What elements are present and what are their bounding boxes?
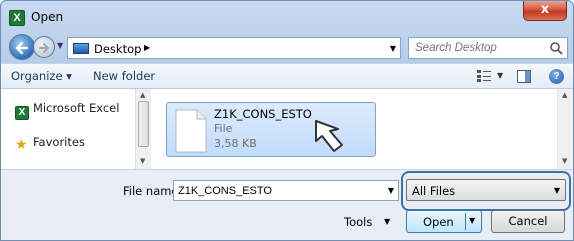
open-button[interactable]: Open ▼	[406, 210, 482, 233]
address-bar[interactable]: Desktop ▶ ▼	[67, 37, 401, 59]
document-icon	[175, 109, 207, 153]
scrollbar-thumb[interactable]	[138, 101, 149, 147]
mouse-pointer-icon	[315, 120, 343, 152]
navigation-pane-scrollbar[interactable]: ▲ ▼	[135, 89, 151, 169]
file-name-input[interactable]	[178, 184, 368, 198]
excel-icon: X	[15, 106, 29, 120]
recent-pages-dropdown[interactable]: ▼	[57, 41, 63, 50]
file-type-dropdown-icon[interactable]: ▼	[554, 186, 560, 195]
nav-item-favorites[interactable]: ★ Favorites	[15, 135, 85, 152]
open-file-dialog: X Open x ▼ Desktop ▶ ▼ Organize ▾ New fo…	[0, 0, 574, 241]
file-item[interactable]: Z1K_CONS_ESTO File 3,58 KB	[166, 102, 376, 157]
window-title: Open	[31, 10, 64, 24]
scroll-down-icon[interactable]: ▼	[140, 157, 145, 165]
desktop-icon	[73, 43, 89, 54]
breadcrumb-chevron-icon[interactable]: ▶	[144, 43, 150, 52]
star-icon: ★	[15, 137, 28, 153]
navigation-bar: ▼ Desktop ▶ ▼	[1, 33, 573, 63]
file-name-combobox[interactable]: ▼	[173, 180, 399, 201]
file-size: 3,58 KB	[214, 137, 257, 150]
new-folder-button[interactable]: New folder	[93, 69, 155, 83]
address-path[interactable]: Desktop	[94, 42, 141, 56]
organize-button[interactable]: Organize ▾	[11, 69, 72, 83]
search-icon[interactable]	[549, 41, 563, 55]
content-area: X Microsoft Excel ★ Favorites ▲ ▼ Z1K_CONS…	[1, 89, 573, 169]
file-name-dropdown-icon[interactable]: ▼	[388, 186, 394, 195]
back-button[interactable]	[9, 34, 35, 60]
scroll-up-icon[interactable]: ▲	[562, 91, 567, 99]
preview-pane-icon[interactable]	[517, 70, 531, 83]
title-bar: X Open x	[1, 1, 573, 33]
file-type-select[interactable]: All Files ▼	[406, 179, 566, 201]
close-button[interactable]: x	[523, 1, 567, 21]
search-box[interactable]	[408, 37, 568, 59]
file-type: File	[214, 122, 233, 135]
tools-button[interactable]: Tools	[344, 215, 372, 229]
view-options-dropdown[interactable]: ▼	[497, 71, 503, 80]
open-options-dropdown-icon[interactable]: ▼	[469, 216, 475, 225]
cancel-button[interactable]: Cancel	[491, 210, 565, 233]
split-divider	[465, 213, 466, 230]
navigation-pane: X Microsoft Excel ★ Favorites	[1, 89, 134, 169]
open-button-label: Open	[423, 215, 454, 229]
nav-item-microsoft-excel[interactable]: X Microsoft Excel	[15, 101, 119, 120]
command-toolbar: Organize ▾ New folder ▼ ?	[1, 63, 573, 89]
help-icon[interactable]: ?	[549, 69, 564, 84]
nav-item-label: Favorites	[33, 135, 85, 149]
file-type-value: All Files	[412, 184, 456, 198]
excel-app-icon: X	[9, 10, 25, 26]
scroll-down-icon[interactable]: ▼	[562, 157, 567, 165]
scroll-up-icon[interactable]: ▲	[140, 91, 145, 99]
dialog-footer: File name: ▼ All Files ▼ Tools ▼ Open ▼ …	[1, 169, 573, 240]
forward-button[interactable]	[33, 36, 55, 58]
address-dropdown-icon[interactable]: ▼	[390, 44, 396, 53]
tools-dropdown-icon[interactable]: ▼	[384, 217, 390, 226]
search-input[interactable]	[415, 41, 545, 55]
file-list: Z1K_CONS_ESTO File 3,58 KB	[152, 89, 557, 169]
file-name: Z1K_CONS_ESTO	[214, 107, 312, 121]
file-list-scrollbar[interactable]: ▲ ▼	[557, 89, 573, 169]
nav-item-label: Microsoft Excel	[33, 101, 120, 115]
forward-arrow-icon	[39, 43, 50, 53]
change-view-icon[interactable]	[477, 70, 491, 82]
